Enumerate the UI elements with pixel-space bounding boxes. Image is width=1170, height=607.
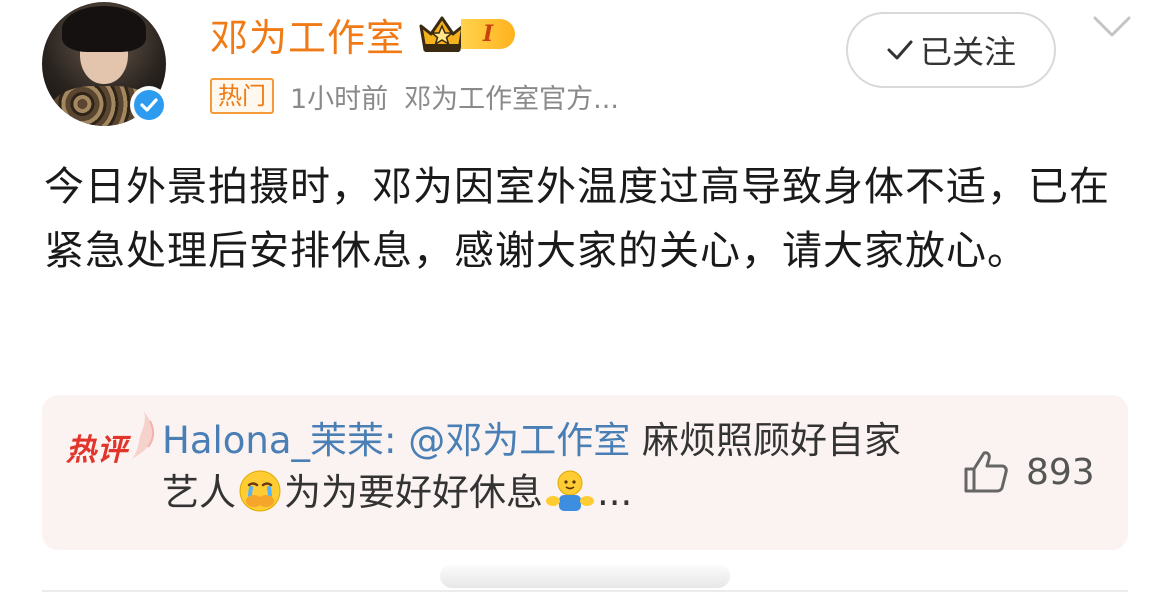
member-level-badge[interactable]: I <box>417 12 516 56</box>
hot-comment-label: 热评 <box>66 411 162 469</box>
author-name-row: 邓为工作室 I <box>210 6 516 62</box>
scroll-indicator[interactable] <box>440 564 730 588</box>
comment-mention[interactable]: @邓为工作室 <box>408 419 630 462</box>
crown-icon <box>419 16 465 52</box>
hot-comment-text: Halona_茉茉: @邓为工作室 麻烦照顾好自家艺人 为为要好好休息 ... <box>162 415 922 519</box>
comment-ellipsis: ... <box>597 471 633 514</box>
author-name[interactable]: 邓为工作室 <box>210 7 405 62</box>
weibo-post-card: 邓为工作室 I 热门 1小时前 邓为工作室官方... 已关注 今日外景拍摄时，邓… <box>0 0 1170 607</box>
hugging-emoji <box>546 470 594 511</box>
bottom-divider <box>42 590 1128 592</box>
post-source: 邓为工作室官方... <box>404 83 619 115</box>
hot-comment-label-text: 热评 <box>66 433 128 468</box>
chevron-down-icon[interactable] <box>1092 14 1132 40</box>
checkmark-icon <box>887 40 913 60</box>
comment-username[interactable]: Halona_茉茉: <box>162 419 397 462</box>
level-number: I <box>461 19 516 49</box>
crying-covering-mouth-emoji <box>239 470 281 512</box>
post-time: 1小时前 <box>290 83 389 115</box>
author-avatar[interactable] <box>42 2 168 126</box>
post-body-text: 今日外景拍摄时，邓为因室外温度过高导致身体不适，已在紧急处理后安排休息，感谢大家… <box>44 164 1110 274</box>
like-count: 893 <box>1026 451 1095 493</box>
post-meta-row: 热门 1小时前 邓为工作室官方... <box>210 76 619 116</box>
comment-text-part2: 为为要好好休息 <box>284 471 543 514</box>
thumbs-up-icon <box>964 451 1008 493</box>
flame-icon <box>132 411 155 459</box>
hot-tag[interactable]: 热门 <box>210 78 274 114</box>
verified-check-icon <box>130 86 168 124</box>
like-button[interactable]: 893 <box>962 447 1095 497</box>
hot-comment-card[interactable]: 热评 Halona_茉茉: @邓为工作室 麻烦照顾好自家艺人 为为要好好休息 .… <box>42 395 1128 550</box>
follow-button[interactable]: 已关注 <box>846 12 1056 88</box>
follow-button-label: 已关注 <box>919 33 1016 71</box>
